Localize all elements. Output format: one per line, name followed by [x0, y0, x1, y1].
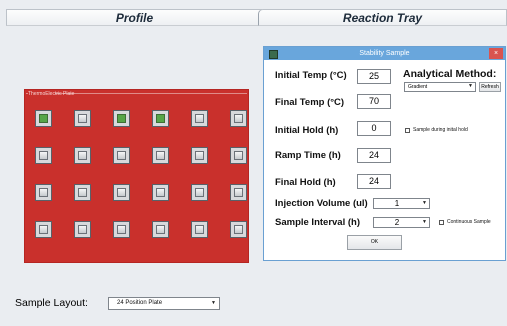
well-indicator [117, 151, 126, 160]
plate-well[interactable] [113, 110, 130, 127]
well-indicator [156, 188, 165, 197]
plate-well[interactable] [152, 221, 169, 238]
well-indicator [117, 188, 126, 197]
ok-button[interactable]: OK [347, 235, 402, 250]
final-temp-label: Final Temp (°C) [275, 97, 345, 108]
well-indicator [195, 114, 204, 123]
well-indicator [39, 225, 48, 234]
well-indicator [78, 114, 87, 123]
plate-well[interactable] [74, 184, 91, 201]
well-indicator [78, 151, 87, 160]
plate-well[interactable] [152, 110, 169, 127]
plate-well[interactable] [230, 184, 247, 201]
tab-profile[interactable]: Profile [6, 9, 262, 26]
plate-well[interactable] [191, 110, 208, 127]
sample-layout-value: 24 Position Plate [117, 300, 163, 306]
continuous-sample-checkbox[interactable] [439, 220, 444, 225]
injection-volume-select[interactable]: 1 ▼ [373, 198, 430, 209]
ramp-time-label: Ramp Time (h) [275, 150, 341, 161]
plate-well[interactable] [113, 147, 130, 164]
plate-well[interactable] [191, 221, 208, 238]
plate-well[interactable] [74, 147, 91, 164]
well-indicator [156, 225, 165, 234]
dialog-titlebar: Stability Sample × [264, 47, 505, 60]
tab-reaction-tray[interactable]: Reaction Tray [258, 9, 507, 26]
plate-well[interactable] [35, 110, 52, 127]
injection-volume-label: Injection Volume (ul) [275, 198, 368, 209]
well-indicator [234, 151, 243, 160]
well-indicator [234, 114, 243, 123]
well-indicator [195, 225, 204, 234]
sample-layout-select[interactable]: 24 Position Plate ▼ [108, 297, 220, 310]
well-indicator [156, 114, 165, 123]
sample-during-hold-checkbox[interactable] [405, 128, 410, 133]
stability-sample-dialog: Stability Sample × Initial Temp (°C) 25 … [263, 46, 506, 261]
plate-well[interactable] [152, 184, 169, 201]
sample-interval-select[interactable]: 2 ▼ [373, 217, 430, 228]
initial-hold-input[interactable]: 0 [357, 121, 391, 136]
continuous-sample-label: Continuous Sample [447, 219, 491, 225]
well-indicator [78, 188, 87, 197]
plate-well[interactable] [152, 147, 169, 164]
sample-during-hold-label: Sample during inital hold [413, 127, 468, 133]
chevron-down-icon: ▼ [211, 300, 216, 306]
plate-frame-line [55, 93, 247, 94]
dialog-title: Stability Sample [359, 50, 410, 57]
plate-well[interactable] [230, 221, 247, 238]
plate-well[interactable] [191, 147, 208, 164]
ramp-time-input[interactable]: 24 [357, 148, 391, 163]
well-indicator [39, 188, 48, 197]
chevron-down-icon: ▼ [468, 83, 473, 89]
plate-well[interactable] [113, 221, 130, 238]
well-indicator [39, 151, 48, 160]
initial-temp-label: Initial Temp (°C) [275, 70, 347, 81]
plate-label: ThermoElectric Plate [28, 91, 75, 97]
sample-layout-label: Sample Layout: [15, 297, 88, 309]
well-indicator [195, 151, 204, 160]
sample-interval-value: 2 [394, 218, 400, 227]
plate-well[interactable] [230, 147, 247, 164]
analytical-method-label: Analytical Method: [403, 68, 497, 80]
final-hold-input[interactable]: 24 [357, 174, 391, 189]
plate-well[interactable] [230, 110, 247, 127]
well-indicator [117, 114, 126, 123]
chevron-down-icon: ▼ [422, 219, 427, 225]
well-indicator [39, 114, 48, 123]
well-indicator [156, 151, 165, 160]
plate-well[interactable] [35, 221, 52, 238]
injection-volume-value: 1 [394, 199, 400, 208]
final-hold-label: Final Hold (h) [275, 177, 336, 188]
close-icon[interactable]: × [489, 48, 503, 59]
analytical-method-value: Gradient [408, 84, 428, 90]
plate-well[interactable] [74, 110, 91, 127]
plate-well[interactable] [35, 147, 52, 164]
well-indicator [234, 225, 243, 234]
app-icon [269, 50, 278, 59]
refresh-button[interactable]: Refresh [479, 82, 501, 92]
well-indicator [234, 188, 243, 197]
plate-well[interactable] [35, 184, 52, 201]
well-indicator [117, 225, 126, 234]
plate-well[interactable] [74, 221, 91, 238]
plate-well[interactable] [113, 184, 130, 201]
initial-temp-input[interactable]: 25 [357, 69, 391, 84]
plate-well[interactable] [191, 184, 208, 201]
initial-hold-label: Initial Hold (h) [275, 125, 339, 136]
well-indicator [78, 225, 87, 234]
chevron-down-icon: ▼ [422, 200, 427, 206]
analytical-method-select[interactable]: Gradient ▼ [404, 82, 476, 92]
final-temp-input[interactable]: 70 [357, 94, 391, 109]
thermoelectric-plate: ThermoElectric Plate [24, 89, 249, 263]
well-indicator [195, 188, 204, 197]
sample-interval-label: Sample Interval (h) [275, 217, 360, 228]
